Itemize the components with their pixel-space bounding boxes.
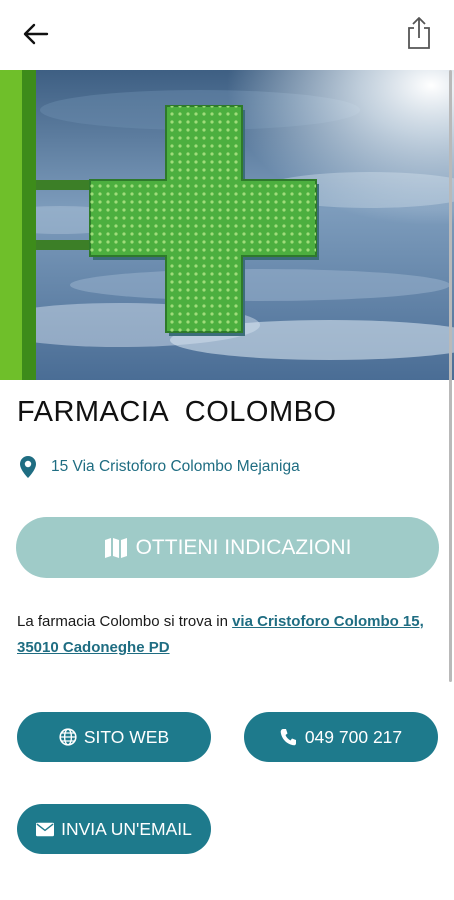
back-button[interactable] xyxy=(18,18,54,50)
globe-icon xyxy=(59,728,77,746)
phone-icon xyxy=(280,729,296,746)
arrow-left-icon xyxy=(23,23,49,45)
address-text: 15 Via Cristoforo Colombo Mejaniga xyxy=(51,458,300,475)
top-app-bar xyxy=(0,0,454,70)
map-icon xyxy=(104,537,127,558)
send-email-button[interactable]: INVIA UN'EMAIL xyxy=(17,804,211,854)
description-text: La farmacia Colombo si trova in via Cris… xyxy=(17,609,442,661)
pharmacy-name: FARMACIA COLOMBO xyxy=(17,396,337,428)
get-directions-button[interactable]: OTTIENI INDICAZIONI xyxy=(16,517,439,578)
share-icon xyxy=(408,17,430,49)
website-button[interactable]: SITO WEB xyxy=(17,712,211,762)
description-prefix: La farmacia Colombo si trova in xyxy=(17,613,233,630)
get-directions-label: OTTIENI INDICAZIONI xyxy=(135,535,352,559)
share-button[interactable] xyxy=(404,14,434,52)
address-row[interactable]: 15 Via Cristoforo Colombo Mejaniga xyxy=(19,455,300,479)
location-pin-icon xyxy=(20,456,36,478)
envelope-icon xyxy=(36,822,55,836)
phone-label: 049 700 217 xyxy=(304,726,403,747)
scrollbar[interactable] xyxy=(449,70,452,682)
send-email-label: INVIA UN'EMAIL xyxy=(61,818,192,839)
pharmacy-hero-image xyxy=(0,70,454,380)
website-label: SITO WEB xyxy=(83,726,170,747)
phone-button[interactable]: 049 700 217 xyxy=(244,712,438,762)
